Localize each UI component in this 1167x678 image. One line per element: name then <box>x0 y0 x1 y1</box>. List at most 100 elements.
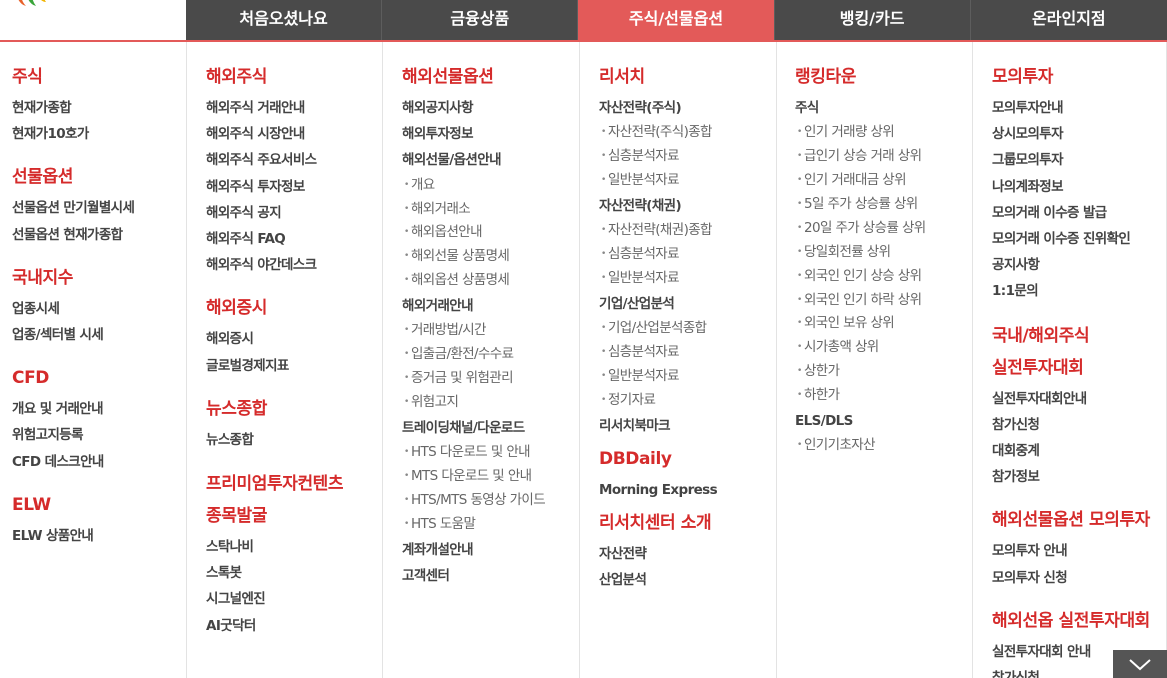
menu-link[interactable]: 해외증시 <box>206 326 382 352</box>
scroll-down-button[interactable] <box>1113 650 1167 678</box>
section-heading[interactable]: 모의투자 <box>992 64 1166 91</box>
menu-sublink[interactable]: 외국인 인기 상승 상위 <box>795 265 972 289</box>
menu-group[interactable]: 해외투자정보 <box>402 121 579 147</box>
menu-link[interactable]: 나의계좌정보 <box>992 174 1166 200</box>
menu-group[interactable]: 해외공지사항 <box>402 95 579 121</box>
menu-link[interactable]: 해외주식 시장안내 <box>206 121 382 147</box>
section-heading[interactable]: ELW <box>12 492 186 519</box>
menu-sublink[interactable]: HTS 도움말 <box>402 513 579 537</box>
menu-link[interactable]: 개요 및 거래안내 <box>12 396 186 422</box>
menu-group[interactable]: 고객센터 <box>402 563 579 589</box>
section-heading[interactable]: CFD <box>12 365 186 392</box>
section-heading-line2[interactable]: 종목발굴 <box>206 502 382 530</box>
menu-link[interactable]: 선물옵션 현재가종합 <box>12 222 186 248</box>
section-heading[interactable]: 해외선물옵션 모의투자 <box>992 507 1166 534</box>
menu-link[interactable]: 해외주식 공지 <box>206 200 382 226</box>
menu-link[interactable]: 뉴스종합 <box>206 427 382 453</box>
section-heading[interactable]: 해외주식 <box>206 64 382 91</box>
menu-group[interactable]: 자산전략 <box>599 541 776 567</box>
menu-link[interactable]: 현재가종합 <box>12 95 186 121</box>
menu-group[interactable]: 자산전략(채권) <box>599 193 776 219</box>
section-heading[interactable]: 국내/해외주식 <box>992 322 1166 350</box>
menu-sublink[interactable]: 급인기 상승 거래 상위 <box>795 145 972 169</box>
menu-link[interactable]: 해외주식 FAQ <box>206 226 382 252</box>
menu-sublink[interactable]: 5일 주가 상승률 상위 <box>795 193 972 217</box>
menu-sublink[interactable]: 인기 거래량 상위 <box>795 121 972 145</box>
nav-item-banking-card[interactable]: 뱅킹/카드 <box>775 0 971 40</box>
section-heading[interactable]: 뉴스종합 <box>206 396 382 423</box>
menu-link[interactable]: 모의투자안내 <box>992 95 1166 121</box>
menu-link[interactable]: 해외주식 투자정보 <box>206 174 382 200</box>
menu-group[interactable]: 산업분석 <box>599 567 776 593</box>
menu-link[interactable]: 1:1문의 <box>992 278 1166 304</box>
menu-sublink[interactable]: 위험고지 <box>402 391 579 415</box>
menu-link[interactable]: 참가신청 <box>992 412 1166 438</box>
menu-sublink[interactable]: 해외옵션안내 <box>402 221 579 245</box>
menu-link[interactable]: 선물옵션 만기월별시세 <box>12 195 186 221</box>
menu-sublink[interactable]: 외국인 보유 상위 <box>795 312 972 336</box>
menu-link[interactable]: 상시모의투자 <box>992 121 1166 147</box>
menu-group[interactable]: 계좌개설안내 <box>402 537 579 563</box>
menu-sublink[interactable]: 일반분석자료 <box>599 169 776 193</box>
section-heading[interactable]: 주식 <box>12 64 186 91</box>
brand-logo[interactable] <box>14 0 50 10</box>
menu-link[interactable]: 모의투자 신청 <box>992 565 1166 591</box>
menu-group[interactable]: 기업/산업분석 <box>599 291 776 317</box>
nav-item-online-branch[interactable]: 온라인지점 <box>971 0 1167 40</box>
menu-group[interactable]: 해외거래안내 <box>402 293 579 319</box>
menu-link[interactable]: 대회중계 <box>992 438 1166 464</box>
section-heading[interactable]: 랭킹타운 <box>795 64 972 91</box>
menu-link[interactable]: 글로벌경제지표 <box>206 353 382 379</box>
menu-link[interactable]: 업종/섹터별 시세 <box>12 322 186 348</box>
section-heading[interactable]: 리서치 <box>599 64 776 91</box>
menu-link[interactable]: 공지사항 <box>992 252 1166 278</box>
menu-link[interactable]: 해외주식 거래안내 <box>206 95 382 121</box>
menu-sublink[interactable]: 상한가 <box>795 360 972 384</box>
menu-sublink[interactable]: MTS 다운로드 및 안내 <box>402 465 579 489</box>
menu-sublink[interactable]: 자산전략(주식)종합 <box>599 121 776 145</box>
section-heading[interactable]: DBDaily <box>599 446 776 473</box>
menu-group[interactable]: 주식 <box>795 95 972 121</box>
nav-item-stocks-futures[interactable]: 주식/선물옵션 <box>578 0 775 40</box>
menu-sublink[interactable]: 인기기초자산 <box>795 434 972 458</box>
section-heading[interactable]: 해외선물옵션 <box>402 64 579 91</box>
menu-link[interactable]: CFD 데스크안내 <box>12 449 186 475</box>
nav-item-first-visit[interactable]: 처음오셨나요 <box>186 0 383 40</box>
menu-sublink[interactable]: 자산전략(채권)종합 <box>599 219 776 243</box>
menu-sublink[interactable]: 입출금/환전/수수료 <box>402 343 579 367</box>
menu-link[interactable]: 위험고지등록 <box>12 422 186 448</box>
section-heading[interactable]: 해외선옵 실전투자대회 <box>992 608 1166 635</box>
section-heading[interactable]: 프리미엄투자컨텐츠 <box>206 470 382 498</box>
menu-sublink[interactable]: 외국인 인기 하락 상위 <box>795 289 972 313</box>
menu-link[interactable]: 해외주식 주요서비스 <box>206 147 382 173</box>
menu-link[interactable]: 해외주식 야간데스크 <box>206 252 382 278</box>
menu-sublink[interactable]: 해외거래소 <box>402 198 579 222</box>
section-heading[interactable]: 국내지수 <box>12 265 186 292</box>
menu-sublink[interactable]: HTS/MTS 동영상 가이드 <box>402 489 579 513</box>
menu-sublink[interactable]: 거래방법/시간 <box>402 319 579 343</box>
menu-sublink[interactable]: 기업/산업분석종합 <box>599 317 776 341</box>
menu-sublink[interactable]: 심층분석자료 <box>599 341 776 365</box>
menu-group[interactable]: 트레이딩채널/다운로드 <box>402 415 579 441</box>
menu-link[interactable]: 스탁나비 <box>206 534 382 560</box>
section-heading[interactable]: 해외증시 <box>206 295 382 322</box>
menu-sublink[interactable]: 해외옵션 상품명세 <box>402 269 579 293</box>
menu-sublink[interactable]: 해외선물 상품명세 <box>402 245 579 269</box>
nav-item-financial-products[interactable]: 금융상품 <box>382 0 579 40</box>
menu-sublink[interactable]: 일반분석자료 <box>599 267 776 291</box>
menu-sublink[interactable]: 일반분석자료 <box>599 365 776 389</box>
menu-link[interactable]: 현재가10호가 <box>12 121 186 147</box>
menu-sublink[interactable]: 증거금 및 위험관리 <box>402 367 579 391</box>
menu-link[interactable]: 시그널엔진 <box>206 586 382 612</box>
menu-sublink[interactable]: 정기자료 <box>599 389 776 413</box>
section-heading[interactable]: 리서치센터 소개 <box>599 510 776 537</box>
menu-link[interactable]: 참가정보 <box>992 464 1166 490</box>
menu-link[interactable]: 실전투자대회안내 <box>992 386 1166 412</box>
menu-link[interactable]: 스톡봇 <box>206 560 382 586</box>
menu-sublink[interactable]: 시가총액 상위 <box>795 336 972 360</box>
menu-link[interactable]: 업종시세 <box>12 296 186 322</box>
menu-sublink[interactable]: 인기 거래대금 상위 <box>795 169 972 193</box>
menu-group[interactable]: 리서치북마크 <box>599 413 776 439</box>
menu-link[interactable]: 모의거래 이수증 발급 <box>992 200 1166 226</box>
menu-link[interactable]: 모의거래 이수증 진위확인 <box>992 226 1166 252</box>
